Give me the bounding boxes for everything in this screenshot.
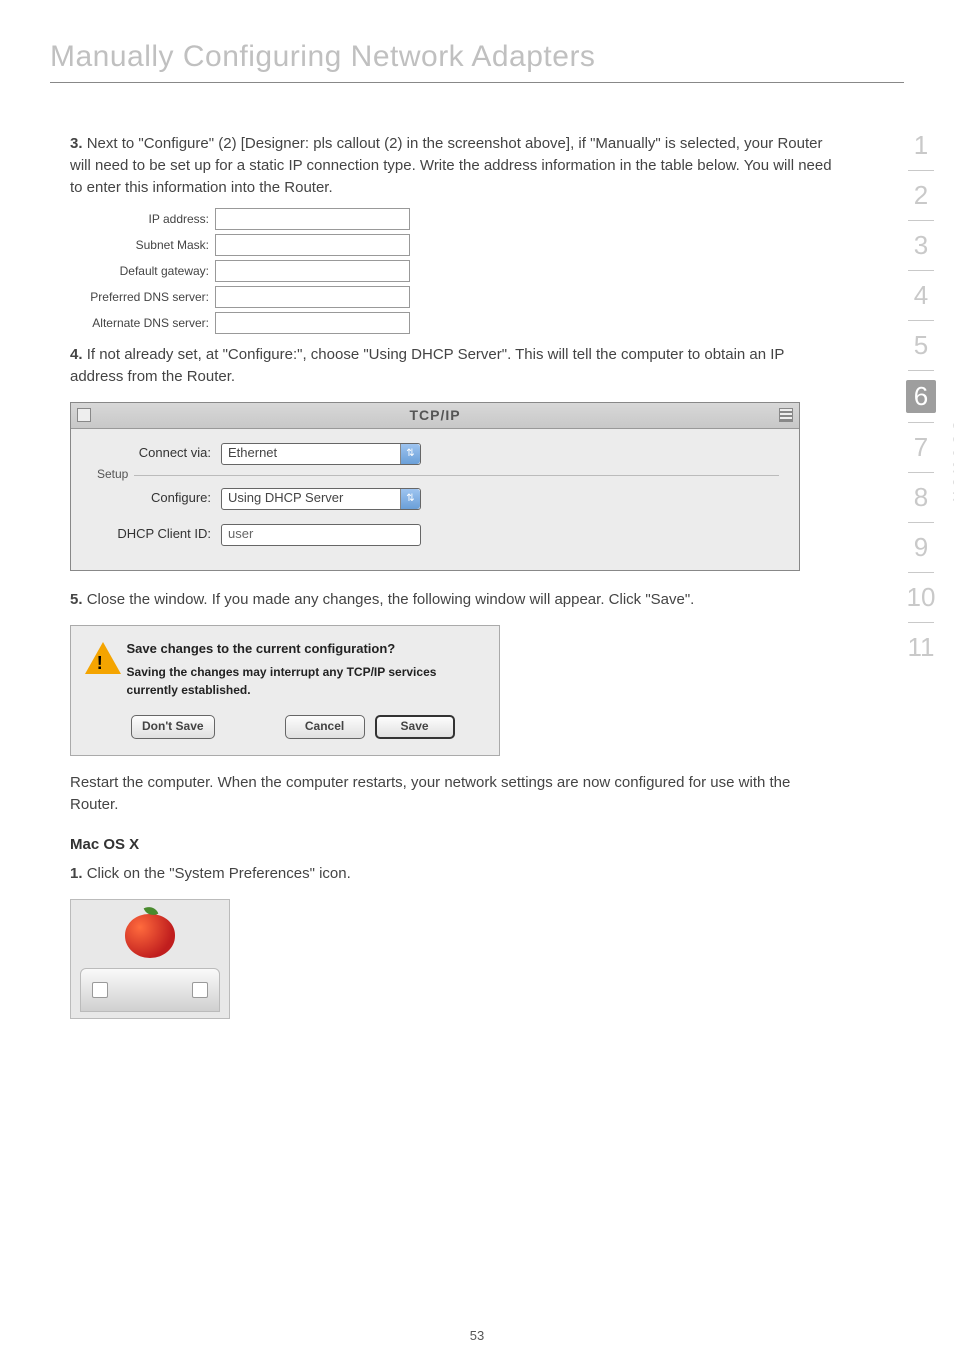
preferred-dns-input[interactable] [215, 286, 410, 308]
section-label: section [947, 421, 954, 505]
tcpip-titlebar: TCP/IP [71, 403, 799, 429]
step-5-text: Close the window. If you made any change… [87, 591, 695, 608]
dhcp-client-id-label: DHCP Client ID: [91, 525, 221, 544]
dialog-subtext: Saving the changes may interrupt any TCP… [127, 664, 485, 699]
divider [908, 170, 934, 171]
divider [908, 572, 934, 573]
section-nav-9[interactable]: 9 [906, 532, 936, 563]
divider [908, 270, 934, 271]
dhcp-client-id-value: user [228, 525, 253, 544]
section-nav: 1 2 3 4 5 6 7 8 9 10 11 [906, 130, 936, 663]
section-nav-3[interactable]: 3 [906, 230, 936, 261]
ip-address-label: IP address: [80, 211, 215, 228]
configure-select[interactable]: Using DHCP Server ⇅ [221, 488, 421, 510]
subnet-mask-label: Subnet Mask: [80, 237, 215, 254]
divider [908, 370, 934, 371]
section-nav-7[interactable]: 7 [906, 432, 936, 463]
section-nav-4[interactable]: 4 [906, 280, 936, 311]
step-4-num: 4. [70, 346, 83, 363]
macosx-step1-text: Click on the "System Preferences" icon. [87, 865, 351, 882]
connect-via-select[interactable]: Ethernet ⇅ [221, 443, 421, 465]
save-button[interactable]: Save [375, 715, 455, 739]
page-number: 53 [0, 1328, 954, 1343]
divider [908, 422, 934, 423]
section-nav-1[interactable]: 1 [906, 130, 936, 161]
step-3-text: Next to "Configure" (2) [Designer: pls c… [70, 135, 832, 196]
preferred-dns-label: Preferred DNS server: [80, 289, 215, 306]
dock-item-icon [192, 982, 208, 998]
tcpip-window: TCP/IP Connect via: Ethernet ⇅ Setup Con… [70, 402, 800, 571]
chevron-updown-icon: ⇅ [400, 489, 420, 509]
dock-item-icon [92, 982, 108, 998]
tcpip-title: TCP/IP [71, 405, 799, 425]
macosx-step-1: 1. Click on the "System Preferences" ico… [70, 863, 834, 885]
default-gateway-label: Default gateway: [80, 263, 215, 280]
system-preferences-screenshot [70, 899, 230, 1019]
dhcp-client-id-input[interactable]: user [221, 524, 421, 546]
chevron-updown-icon: ⇅ [400, 444, 420, 464]
divider [908, 472, 934, 473]
step-3: 3. Next to "Configure" (2) [Designer: pl… [70, 133, 834, 198]
alternate-dns-input[interactable] [215, 312, 410, 334]
section-nav-5[interactable]: 5 [906, 330, 936, 361]
apple-logo-icon [71, 914, 229, 958]
alternate-dns-label: Alternate DNS server: [80, 315, 215, 332]
step-5: 5. Close the window. If you made any cha… [70, 589, 834, 611]
resize-icon[interactable] [779, 408, 793, 422]
dont-save-button[interactable]: Don't Save [131, 715, 215, 739]
ip-address-input[interactable] [215, 208, 410, 230]
restart-text: Restart the computer. When the computer … [70, 772, 834, 816]
step-4-text: If not already set, at "Configure:", cho… [70, 346, 784, 385]
section-nav-11[interactable]: 11 [906, 632, 936, 663]
dialog-heading: Save changes to the current configuratio… [127, 640, 485, 659]
dock-bar [80, 968, 220, 1012]
divider [908, 220, 934, 221]
subnet-mask-input[interactable] [215, 234, 410, 256]
section-nav-10[interactable]: 10 [906, 582, 936, 613]
connect-via-value: Ethernet [228, 444, 277, 463]
section-nav-6-active[interactable]: 6 [906, 380, 936, 413]
macosx-step1-num: 1. [70, 865, 83, 882]
step-3-num: 3. [70, 135, 83, 152]
connect-via-label: Connect via: [91, 444, 221, 463]
ip-form: IP address: Subnet Mask: Default gateway… [80, 208, 410, 334]
default-gateway-input[interactable] [215, 260, 410, 282]
macosx-heading: Mac OS X [70, 834, 834, 856]
warning-icon: ! [85, 640, 115, 676]
configure-label: Configure: [91, 489, 221, 508]
save-dialog: ! Save changes to the current configurat… [70, 625, 500, 757]
cancel-button[interactable]: Cancel [285, 715, 365, 739]
configure-value: Using DHCP Server [228, 489, 343, 508]
divider [908, 320, 934, 321]
page-title: Manually Configuring Network Adapters [50, 40, 904, 83]
divider [908, 522, 934, 523]
section-nav-2[interactable]: 2 [906, 180, 936, 211]
step-4: 4. If not already set, at "Configure:", … [70, 344, 834, 388]
setup-legend: Setup [91, 466, 134, 483]
divider [908, 622, 934, 623]
section-nav-8[interactable]: 8 [906, 482, 936, 513]
step-5-num: 5. [70, 591, 83, 608]
